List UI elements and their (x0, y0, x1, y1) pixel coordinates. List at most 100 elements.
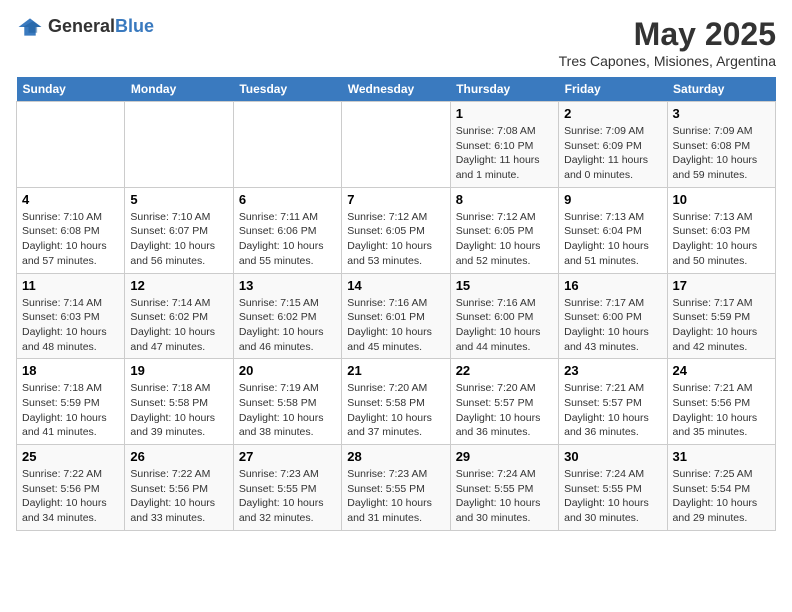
page-header: GeneralBlue May 2025 Tres Capones, Misio… (16, 16, 776, 69)
calendar-header-row: SundayMondayTuesdayWednesdayThursdayFrid… (17, 77, 776, 102)
calendar-cell: 19Sunrise: 7:18 AM Sunset: 5:58 PM Dayli… (125, 359, 233, 445)
day-info: Sunrise: 7:11 AM Sunset: 6:06 PM Dayligh… (239, 210, 336, 269)
day-number: 23 (564, 363, 661, 378)
day-info: Sunrise: 7:12 AM Sunset: 6:05 PM Dayligh… (347, 210, 444, 269)
day-info: Sunrise: 7:09 AM Sunset: 6:08 PM Dayligh… (673, 124, 770, 183)
day-info: Sunrise: 7:24 AM Sunset: 5:55 PM Dayligh… (564, 467, 661, 526)
calendar-cell: 1 Sunrise: 7:08 AM Sunset: 6:10 PM Daylig… (450, 102, 558, 188)
calendar-cell: 25Sunrise: 7:22 AM Sunset: 5:56 PM Dayli… (17, 445, 125, 531)
calendar-cell: 6Sunrise: 7:11 AM Sunset: 6:06 PM Daylig… (233, 187, 341, 273)
day-info: Sunrise: 7:23 AM Sunset: 5:55 PM Dayligh… (239, 467, 336, 526)
calendar-cell: 9 Sunrise: 7:13 AM Sunset: 6:04 PM Daylig… (559, 187, 667, 273)
calendar-day-header: Sunday (17, 77, 125, 102)
calendar-cell: 8 Sunrise: 7:12 AM Sunset: 6:05 PM Daylig… (450, 187, 558, 273)
day-info: Sunrise: 7:25 AM Sunset: 5:54 PM Dayligh… (673, 467, 770, 526)
day-info: Sunrise: 7:13 AM Sunset: 6:04 PM Dayligh… (564, 210, 661, 269)
day-number: 20 (239, 363, 336, 378)
day-number: 18 (22, 363, 119, 378)
day-number: 12 (130, 278, 227, 293)
main-title: May 2025 (559, 16, 776, 53)
day-info: Sunrise: 7:10 AM Sunset: 6:07 PM Dayligh… (130, 210, 227, 269)
day-info: Sunrise: 7:10 AM Sunset: 6:08 PM Dayligh… (22, 210, 119, 269)
calendar-cell (233, 102, 341, 188)
day-number: 21 (347, 363, 444, 378)
day-info: Sunrise: 7:18 AM Sunset: 5:58 PM Dayligh… (130, 381, 227, 440)
calendar-cell: 23 Sunrise: 7:21 AM Sunset: 5:57 PM Dayli… (559, 359, 667, 445)
calendar-cell: 24Sunrise: 7:21 AM Sunset: 5:56 PM Dayli… (667, 359, 775, 445)
calendar-cell (17, 102, 125, 188)
calendar-cell: 15 Sunrise: 7:16 AM Sunset: 6:00 PM Dayli… (450, 273, 558, 359)
calendar-cell: 29 Sunrise: 7:24 AM Sunset: 5:55 PM Dayli… (450, 445, 558, 531)
day-info: Sunrise: 7:08 AM Sunset: 6:10 PM Dayligh… (456, 124, 553, 183)
logo: GeneralBlue (16, 16, 154, 37)
calendar-day-header: Friday (559, 77, 667, 102)
day-number: 31 (673, 449, 770, 464)
day-number: 25 (22, 449, 119, 464)
day-number: 14 (347, 278, 444, 293)
calendar-cell: 21 Sunrise: 7:20 AM Sunset: 5:58 PM Dayli… (342, 359, 450, 445)
day-info: Sunrise: 7:12 AM Sunset: 6:05 PM Dayligh… (456, 210, 553, 269)
calendar-cell: 16 Sunrise: 7:17 AM Sunset: 6:00 PM Dayli… (559, 273, 667, 359)
calendar-cell: 27Sunrise: 7:23 AM Sunset: 5:55 PM Dayli… (233, 445, 341, 531)
day-info: Sunrise: 7:20 AM Sunset: 5:58 PM Dayligh… (347, 381, 444, 440)
day-number: 30 (564, 449, 661, 464)
day-number: 28 (347, 449, 444, 464)
day-info: Sunrise: 7:14 AM Sunset: 6:02 PM Dayligh… (130, 296, 227, 355)
calendar-day-header: Saturday (667, 77, 775, 102)
calendar-cell: 31 Sunrise: 7:25 AM Sunset: 5:54 PM Dayli… (667, 445, 775, 531)
calendar-cell: 11Sunrise: 7:14 AM Sunset: 6:03 PM Dayli… (17, 273, 125, 359)
calendar-cell: 26Sunrise: 7:22 AM Sunset: 5:56 PM Dayli… (125, 445, 233, 531)
day-number: 3 (673, 106, 770, 121)
day-number: 5 (130, 192, 227, 207)
day-number: 9 (564, 192, 661, 207)
calendar-cell (342, 102, 450, 188)
day-info: Sunrise: 7:16 AM Sunset: 6:01 PM Dayligh… (347, 296, 444, 355)
day-number: 29 (456, 449, 553, 464)
calendar-cell: 30 Sunrise: 7:24 AM Sunset: 5:55 PM Dayli… (559, 445, 667, 531)
calendar-cell: 13Sunrise: 7:15 AM Sunset: 6:02 PM Dayli… (233, 273, 341, 359)
calendar-cell: 3 Sunrise: 7:09 AM Sunset: 6:08 PM Daylig… (667, 102, 775, 188)
calendar-cell: 22 Sunrise: 7:20 AM Sunset: 5:57 PM Dayli… (450, 359, 558, 445)
calendar-week-row: 4 Sunrise: 7:10 AM Sunset: 6:08 PM Daylig… (17, 187, 776, 273)
calendar-day-header: Tuesday (233, 77, 341, 102)
day-number: 2 (564, 106, 661, 121)
calendar-week-row: 1 Sunrise: 7:08 AM Sunset: 6:10 PM Daylig… (17, 102, 776, 188)
day-info: Sunrise: 7:17 AM Sunset: 6:00 PM Dayligh… (564, 296, 661, 355)
day-info: Sunrise: 7:24 AM Sunset: 5:55 PM Dayligh… (456, 467, 553, 526)
day-number: 15 (456, 278, 553, 293)
calendar-cell: 14 Sunrise: 7:16 AM Sunset: 6:01 PM Dayli… (342, 273, 450, 359)
day-info: Sunrise: 7:09 AM Sunset: 6:09 PM Dayligh… (564, 124, 661, 183)
day-number: 4 (22, 192, 119, 207)
day-info: Sunrise: 7:13 AM Sunset: 6:03 PM Dayligh… (673, 210, 770, 269)
day-number: 7 (347, 192, 444, 207)
day-number: 8 (456, 192, 553, 207)
calendar-week-row: 25Sunrise: 7:22 AM Sunset: 5:56 PM Dayli… (17, 445, 776, 531)
calendar-cell: 2 Sunrise: 7:09 AM Sunset: 6:09 PM Daylig… (559, 102, 667, 188)
calendar-day-header: Monday (125, 77, 233, 102)
logo-icon (16, 17, 44, 37)
day-number: 16 (564, 278, 661, 293)
calendar-cell: 18 Sunrise: 7:18 AM Sunset: 5:59 PM Dayli… (17, 359, 125, 445)
day-info: Sunrise: 7:20 AM Sunset: 5:57 PM Dayligh… (456, 381, 553, 440)
calendar-week-row: 11Sunrise: 7:14 AM Sunset: 6:03 PM Dayli… (17, 273, 776, 359)
day-number: 1 (456, 106, 553, 121)
day-info: Sunrise: 7:18 AM Sunset: 5:59 PM Dayligh… (22, 381, 119, 440)
subtitle: Tres Capones, Misiones, Argentina (559, 53, 776, 69)
calendar-cell: 17Sunrise: 7:17 AM Sunset: 5:59 PM Dayli… (667, 273, 775, 359)
day-info: Sunrise: 7:15 AM Sunset: 6:02 PM Dayligh… (239, 296, 336, 355)
calendar-cell: 28Sunrise: 7:23 AM Sunset: 5:55 PM Dayli… (342, 445, 450, 531)
calendar-cell: 20Sunrise: 7:19 AM Sunset: 5:58 PM Dayli… (233, 359, 341, 445)
day-info: Sunrise: 7:21 AM Sunset: 5:57 PM Dayligh… (564, 381, 661, 440)
day-info: Sunrise: 7:14 AM Sunset: 6:03 PM Dayligh… (22, 296, 119, 355)
day-number: 22 (456, 363, 553, 378)
calendar-body: 1 Sunrise: 7:08 AM Sunset: 6:10 PM Daylig… (17, 102, 776, 531)
calendar-table: SundayMondayTuesdayWednesdayThursdayFrid… (16, 77, 776, 531)
day-info: Sunrise: 7:16 AM Sunset: 6:00 PM Dayligh… (456, 296, 553, 355)
day-number: 24 (673, 363, 770, 378)
day-number: 17 (673, 278, 770, 293)
day-number: 10 (673, 192, 770, 207)
calendar-week-row: 18 Sunrise: 7:18 AM Sunset: 5:59 PM Dayli… (17, 359, 776, 445)
logo-text-blue: Blue (115, 16, 154, 36)
calendar-cell (125, 102, 233, 188)
calendar-day-header: Thursday (450, 77, 558, 102)
